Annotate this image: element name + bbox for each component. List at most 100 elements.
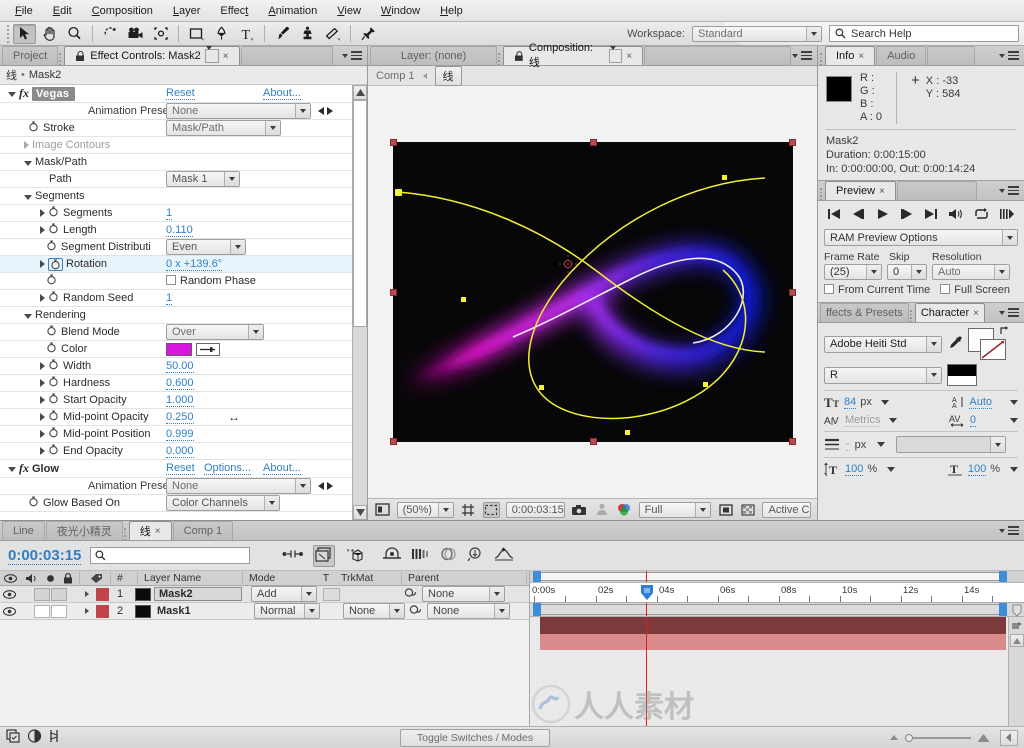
stroke-style-select[interactable] [896,436,1007,453]
about-link-vegas[interactable]: About... [263,87,301,100]
expand-layer-icon[interactable] [85,608,89,614]
tab-layer-none[interactable]: Layer: (none) [370,46,498,65]
skip-select[interactable]: 0 [887,264,927,280]
lock-toggle[interactable] [51,604,67,618]
panel-menu-button[interactable] [792,46,817,65]
graph-editor-toggle-icon[interactable] [48,729,61,746]
zoom-out-timeline-icon[interactable] [889,734,899,741]
take-snapshot-icon[interactable] [571,502,588,518]
effect-header-vegas[interactable]: fx Vegas Reset About... [0,85,352,103]
stopwatch-icon[interactable] [28,496,39,510]
stopwatch-icon[interactable] [48,291,59,305]
tab-audio[interactable]: Audio [876,46,927,65]
black-white-swatch[interactable] [947,364,977,386]
options-link-glow[interactable]: Options... [204,462,252,475]
camera-tool[interactable] [124,24,147,44]
disclosure-triangle-icon[interactable] [40,379,45,387]
param-value-width[interactable]: 50.00 [166,360,194,373]
disclosure-triangle-icon[interactable] [40,260,45,268]
parent-pickwhip-icon[interactable] [409,604,422,619]
breadcrumb-current[interactable]: 线 [434,65,462,86]
stopwatch-icon[interactable] [48,393,59,407]
segment-distribution-select[interactable]: Even [166,239,246,255]
table-row[interactable]: 1 Mask2 Add None [0,586,529,603]
menu-animation[interactable]: Animation [259,3,326,19]
rotation-tool[interactable] [99,24,122,44]
always-preview-icon[interactable] [374,502,391,518]
stopwatch-icon[interactable] [46,240,57,254]
close-icon[interactable]: × [973,308,979,319]
reset-link-vegas[interactable]: Reset [166,87,195,100]
scroll-up-button[interactable] [353,85,367,100]
selection-tool[interactable] [13,23,36,44]
panel-menu-button[interactable] [999,181,1024,200]
disclosure-triangle-icon[interactable] [8,467,16,472]
panel-menu-button[interactable] [999,303,1024,322]
playhead-marker[interactable] [640,584,654,601]
prev-frame-icon[interactable] [851,208,865,223]
tab-effects-presets[interactable]: ffects & Presets [820,303,909,322]
stopwatch-icon[interactable] [48,359,59,373]
parent-select[interactable]: None [427,603,510,619]
comp-marker-bin-icon[interactable] [1010,603,1024,617]
color-swatch[interactable] [166,342,192,356]
tab-info[interactable]: Info × [825,46,876,65]
timeline-view-scrollbar[interactable] [530,571,1024,583]
stopwatch-icon[interactable] [46,274,57,288]
resolution-select[interactable]: Full [638,501,712,518]
about-link-glow[interactable]: About... [263,462,301,475]
viewer-timecode[interactable]: 0:00:03:15 [505,501,565,518]
play-icon[interactable] [876,208,890,223]
resolution-preview-select[interactable]: Auto [932,264,1010,280]
disclosure-triangle-icon[interactable] [40,209,45,217]
reset-link-glow[interactable]: Reset [166,462,195,475]
eyedropper-icon[interactable] [947,335,963,354]
label-color-swatch[interactable] [96,587,109,601]
preset-nav-arrows-glow[interactable] [318,482,333,490]
trkmat-select[interactable]: None [343,603,405,619]
disclosure-triangle-icon[interactable] [24,141,29,149]
row-rendering-group[interactable]: Rendering [0,307,352,324]
disclosure-triangle-icon[interactable] [40,430,45,438]
leading-value[interactable]: Auto [969,396,992,409]
scroll-down-button[interactable] [353,505,367,520]
tab-preview[interactable]: Preview × [825,181,896,200]
tab-comp1[interactable]: Comp 1 [172,521,234,540]
composition-canvas[interactable] [368,86,817,498]
breadcrumb-parent[interactable]: Comp 1 [376,70,415,82]
eraser-tool[interactable] [321,24,344,44]
panel-menu-button[interactable] [342,46,367,65]
hand-tool[interactable] [38,24,61,44]
chevron-down-icon[interactable] [1010,417,1018,423]
current-time-indicator[interactable] [646,617,647,726]
solo-toggle[interactable] [34,604,50,618]
param-value-end-opacity[interactable]: 0.000 [166,445,194,458]
font-family-select[interactable]: Adobe Heiti Std [824,335,942,353]
menu-edit[interactable]: Edit [44,3,81,19]
disclosure-triangle-icon[interactable] [24,160,32,166]
layer-bar-mask1[interactable] [540,634,1006,650]
tab-dropdown-icon[interactable] [204,46,219,63]
ram-preview-options-select[interactable]: RAM Preview Options [824,229,1018,246]
animation-presets-select-vegas[interactable]: None [166,103,311,119]
layer-mode-select[interactable]: Normal [254,603,320,619]
disclosure-triangle-icon[interactable] [40,447,45,455]
current-time-display[interactable]: 0:00:03:15 [8,547,82,565]
tracking-value[interactable]: 0 [969,414,976,427]
timeline-zoom-slider[interactable] [905,733,971,742]
disclosure-triangle-icon[interactable] [40,226,45,234]
row-segments-group[interactable]: Segments [0,188,352,205]
chevron-down-icon[interactable] [1010,399,1018,405]
close-icon[interactable]: × [626,51,632,62]
chevron-down-icon[interactable] [889,417,898,423]
timeline-scroll-left-button[interactable] [1000,729,1018,746]
first-frame-icon[interactable] [827,208,841,223]
close-icon[interactable]: × [858,51,864,62]
work-area-bar[interactable] [530,603,1024,617]
parent-pickwhip-icon[interactable] [404,587,417,602]
scrollbar-thumb[interactable] [353,100,367,327]
stopwatch-icon[interactable] [46,325,57,339]
zoom-tool[interactable] [63,24,86,44]
row-image-contours[interactable]: Image Contours [0,137,352,154]
horizontal-scale-value[interactable]: 100 [967,463,987,476]
